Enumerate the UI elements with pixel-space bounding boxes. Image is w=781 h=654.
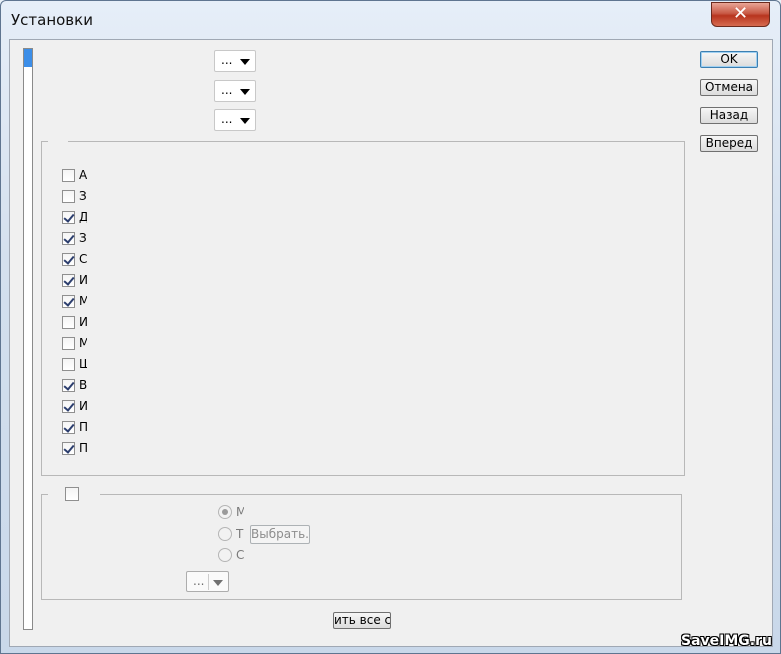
option-checkbox-label: П <box>79 442 87 455</box>
option-checkbox[interactable] <box>62 274 75 287</box>
combo-separator <box>208 574 209 590</box>
back-button[interactable]: Назад <box>700 107 758 124</box>
option-checkbox-label: З <box>79 232 87 245</box>
combo-3-value: ... <box>221 112 233 126</box>
option-checkbox[interactable] <box>62 253 75 266</box>
option-checkbox[interactable] <box>62 442 75 455</box>
window-title: Установки <box>11 11 93 29</box>
forward-button[interactable]: Вперед <box>700 135 758 152</box>
option-checkbox[interactable] <box>62 421 75 434</box>
radio-option-2[interactable] <box>218 527 232 541</box>
dialog-window: Установки ✕ ... ... ... АЗДЗСИМИМШВИПП М <box>0 0 781 654</box>
option-checkbox-label: П <box>79 421 87 434</box>
radio-option-3-label: С <box>236 548 244 562</box>
scrollbar-thumb[interactable] <box>24 49 32 67</box>
option-checkbox-label: И <box>79 316 87 329</box>
lower-group-checkbox[interactable] <box>65 487 79 501</box>
chevron-down-icon <box>240 118 250 124</box>
chevron-down-icon <box>240 59 250 65</box>
option-checkbox-label: М <box>79 295 87 308</box>
combo-1-value: ... <box>221 53 233 67</box>
lower-combo-value: ... <box>193 574 205 588</box>
option-checkbox-label: И <box>79 274 87 287</box>
radio-option-3[interactable] <box>218 548 232 562</box>
option-checkbox[interactable] <box>62 211 75 224</box>
option-checkbox[interactable] <box>62 190 75 203</box>
combo-2[interactable]: ... <box>214 80 256 102</box>
combo-3[interactable]: ... <box>214 109 256 131</box>
option-checkbox-label: С <box>79 253 87 266</box>
option-checkbox-label: И <box>79 400 87 413</box>
option-checkbox-label: А <box>79 169 87 182</box>
option-checkbox[interactable] <box>62 169 75 182</box>
option-checkbox[interactable] <box>62 400 75 413</box>
combo-2-value: ... <box>221 83 233 97</box>
close-icon: ✕ <box>732 3 749 24</box>
chevron-down-icon <box>240 89 250 95</box>
option-checkbox-label: Ш <box>79 358 87 371</box>
option-checkbox[interactable] <box>62 295 75 308</box>
combo-1[interactable]: ... <box>214 50 256 72</box>
bottom-action-button[interactable]: ить все с <box>333 612 391 629</box>
radio-option-2-label: Т <box>236 527 244 541</box>
option-checkbox[interactable] <box>62 316 75 329</box>
option-checkbox[interactable] <box>62 358 75 371</box>
vertical-scrollbar[interactable] <box>23 48 33 630</box>
option-checkbox[interactable] <box>62 337 75 350</box>
option-checkbox[interactable] <box>62 379 75 392</box>
watermark: SaveIMG.ru <box>681 633 772 649</box>
option-checkbox-label: З <box>79 190 87 203</box>
option-checkbox-label: М <box>79 337 87 350</box>
lower-combo[interactable]: ... <box>186 571 229 592</box>
dialog-client-area: ... ... ... АЗДЗСИМИМШВИПП М Т Выбрать..… <box>9 39 773 647</box>
chevron-down-icon <box>213 580 223 586</box>
option-checkbox[interactable] <box>62 232 75 245</box>
cancel-button[interactable]: Отмена <box>700 79 758 96</box>
radio-option-1-label: М <box>236 505 244 519</box>
close-button[interactable]: ✕ <box>711 2 770 27</box>
radio-option-1[interactable] <box>218 505 232 519</box>
choose-button[interactable]: Выбрать... <box>250 525 310 544</box>
lower-groupbox <box>41 494 682 600</box>
ok-button[interactable]: OK <box>700 51 758 68</box>
groupbox-caption-gap <box>48 140 68 143</box>
option-checkbox-label: Д <box>79 211 87 224</box>
options-groupbox <box>41 141 685 476</box>
option-checkbox-label: В <box>79 379 87 392</box>
